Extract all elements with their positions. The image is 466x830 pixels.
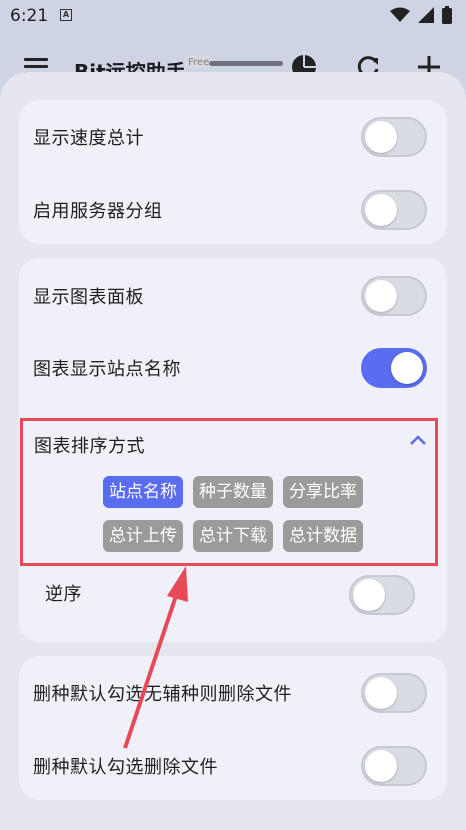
setting-label: 启用服务器分组 — [33, 201, 163, 222]
setting-row-delete-files[interactable]: 删种默认勾选删除文件 — [19, 736, 447, 796]
status-bar: 6:21 A — [0, 0, 466, 32]
setting-label: 删种默认勾选无辅种则删除文件 — [33, 684, 292, 705]
setting-row-chart-panel[interactable]: 显示图表面板 — [19, 266, 447, 326]
toggle-chart-panel[interactable] — [361, 276, 427, 316]
toggle-chart-site-name[interactable] — [361, 348, 427, 388]
settings-card-delete: 删种默认勾选无辅种则删除文件 删种默认勾选删除文件 — [19, 656, 447, 800]
setting-row-reverse[interactable]: 逆序 — [19, 563, 447, 623]
toggle-delete-files[interactable] — [361, 746, 427, 786]
toggle-server-group[interactable] — [361, 190, 427, 230]
toggle-speed-total[interactable] — [361, 117, 427, 157]
setting-label: 删种默认勾选删除文件 — [33, 757, 218, 778]
setting-row-chart-site-name[interactable]: 图表显示站点名称 — [19, 338, 447, 398]
setting-label: 显示图表面板 — [33, 287, 144, 308]
setting-label: 显示速度总计 — [33, 128, 144, 149]
setting-row-speed-total[interactable]: 显示速度总计 — [19, 107, 447, 167]
setting-row-delete-no-seed[interactable]: 删种默认勾选无辅种则删除文件 — [19, 663, 447, 723]
drag-handle[interactable] — [209, 61, 283, 66]
highlight-box — [20, 418, 438, 566]
toggle-reverse[interactable] — [349, 575, 415, 615]
setting-row-server-group[interactable]: 启用服务器分组 — [19, 180, 447, 240]
toggle-delete-no-seed[interactable] — [361, 673, 427, 713]
setting-label: 图表显示站点名称 — [33, 359, 181, 380]
notification-icon: A — [60, 9, 72, 21]
battery-icon — [442, 6, 452, 24]
signal-icon — [418, 7, 434, 23]
setting-label: 逆序 — [45, 584, 82, 605]
settings-card-display: 显示速度总计 启用服务器分组 — [19, 100, 447, 244]
status-time: 6:21 — [10, 6, 49, 26]
wifi-icon — [390, 7, 410, 22]
